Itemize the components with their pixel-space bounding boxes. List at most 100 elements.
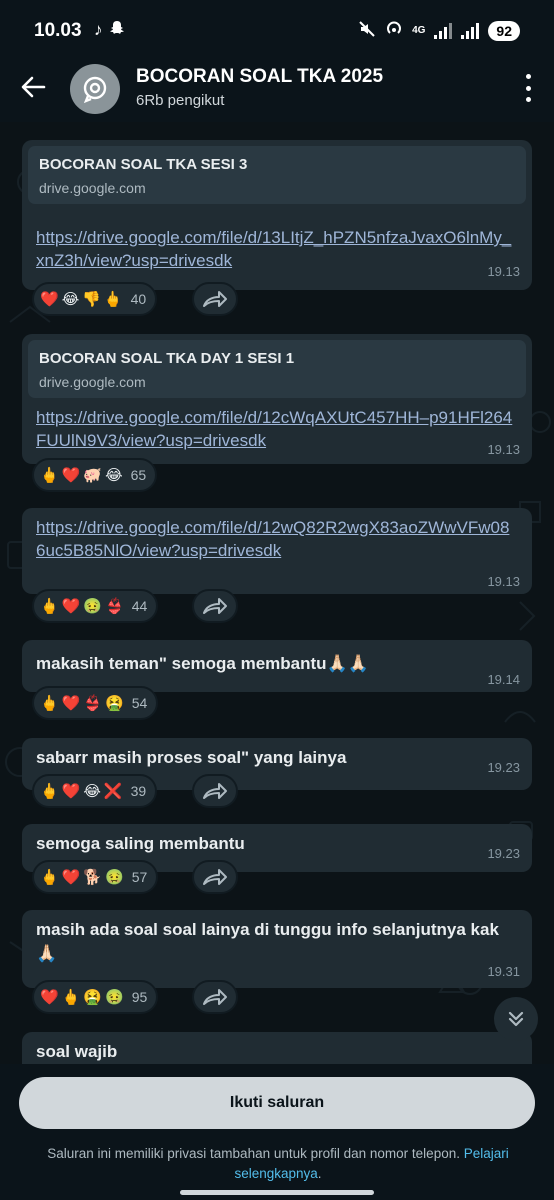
link-preview-2[interactable]: BOCORAN SOAL TKA DAY 1 SESI 1 drive.goog…	[28, 340, 526, 398]
reaction-emoji: ❤️	[40, 291, 59, 308]
signal-icon-2	[461, 22, 480, 39]
reactions-7[interactable]: ❤️ 🖕 🤮 🤢 95	[32, 980, 159, 1014]
reaction-emoji: ❤️	[61, 783, 81, 800]
channel-header: BOCORAN SOAL TKA 2025 6Rb pengikut	[0, 58, 554, 122]
message-list[interactable]: BOCORAN SOAL TKA SESI 3 drive.google.com…	[0, 122, 554, 1064]
forward-icon	[203, 869, 227, 885]
snapchat-icon	[109, 20, 125, 41]
message-text: semoga saling membantu	[36, 834, 245, 853]
reaction-emoji: 👙	[83, 695, 103, 712]
message-link[interactable]: https://drive.google.com/file/d/13LItjZ_…	[36, 226, 516, 272]
message-link[interactable]: https://drive.google.com/file/d/12wQ82R2…	[36, 516, 516, 562]
reaction-count: 57	[131, 869, 148, 885]
forward-button[interactable]	[192, 980, 238, 1014]
preview-domain: drive.google.com	[39, 374, 146, 390]
message-time: 19.13	[487, 574, 520, 589]
forward-button[interactable]	[192, 282, 238, 316]
channel-icon	[83, 76, 107, 104]
network-type: 4G	[412, 25, 426, 36]
message-time: 19.23	[487, 760, 520, 775]
reaction-emoji: ❤️	[61, 695, 81, 712]
message-time: 19.13	[487, 442, 520, 457]
reaction-emoji: 🖕	[40, 869, 59, 886]
reaction-emoji: 👎	[82, 291, 101, 308]
reaction-emoji: 🤢	[83, 598, 103, 615]
status-bar: 10.03 ♪ 4G 92	[0, 0, 554, 58]
status-left-icons: ♪	[94, 20, 125, 41]
back-arrow-icon[interactable]	[18, 72, 48, 102]
message-link[interactable]: https://drive.google.com/file/d/12cWqAXU…	[36, 406, 516, 452]
reaction-emoji: 🖕	[40, 598, 59, 615]
battery-indicator: 92	[488, 20, 520, 41]
message-text: masih ada soal soal lainya di tunggu inf…	[36, 920, 499, 963]
bottom-panel: Ikuti saluran Saluran ini memiliki priva…	[0, 1064, 554, 1200]
follow-channel-button[interactable]: Ikuti saluran	[19, 1077, 535, 1129]
reaction-emoji: 🤮	[83, 989, 103, 1006]
reaction-count: 54	[131, 695, 148, 711]
message-bubble-8[interactable]: soal wajib	[22, 1032, 532, 1064]
reaction-emoji: 👙	[105, 598, 124, 615]
reaction-emoji: 🖕	[40, 467, 59, 484]
channel-title[interactable]: BOCORAN SOAL TKA 2025	[136, 66, 383, 88]
reaction-emoji: 🐕	[83, 869, 103, 886]
reaction-emoji: ❌	[103, 783, 123, 800]
status-time: 10.03	[34, 20, 82, 41]
forward-button[interactable]	[192, 589, 238, 623]
reaction-count: 65	[130, 467, 147, 483]
message-bubble-3[interactable]: https://drive.google.com/file/d/12wQ82R2…	[22, 508, 532, 594]
message-text: soal wajib	[36, 1042, 118, 1061]
privacy-end: .	[317, 1166, 322, 1181]
forward-button[interactable]	[192, 774, 238, 808]
reaction-emoji: 🖕	[40, 783, 59, 800]
reaction-count: 40	[130, 291, 147, 307]
status-right-icons: 4G 92	[358, 20, 520, 41]
scroll-to-bottom-button[interactable]	[494, 997, 538, 1041]
reaction-emoji: ❤️	[61, 869, 81, 886]
channel-avatar[interactable]	[70, 64, 120, 114]
reactions-4[interactable]: 🖕 ❤️ 👙 🤮 54	[32, 686, 159, 720]
reaction-emoji: 🖕	[61, 989, 81, 1006]
reaction-emoji: 🖕	[103, 291, 123, 308]
preview-title: BOCORAN SOAL TKA DAY 1 SESI 1	[39, 350, 295, 367]
message-bubble-2[interactable]: BOCORAN SOAL TKA DAY 1 SESI 1 drive.goog…	[22, 334, 532, 464]
reaction-emoji: 🖕	[40, 695, 59, 712]
reactions-5[interactable]: 🖕 ❤️ 😂 ❌ 39	[32, 774, 158, 808]
preview-domain: drive.google.com	[39, 180, 146, 196]
reaction-emoji: ❤️	[61, 598, 81, 615]
reactions-3[interactable]: 🖕 ❤️ 🤢 👙 44	[32, 589, 159, 623]
forward-icon	[203, 291, 227, 307]
reaction-emoji: 😂	[83, 783, 101, 800]
forward-icon	[203, 598, 227, 614]
reaction-count: 44	[131, 598, 148, 614]
hotspot-icon	[385, 20, 403, 41]
reaction-emoji: 🤢	[105, 989, 124, 1006]
forward-button[interactable]	[192, 860, 238, 894]
message-text: makasih teman" semoga membantu🙏🏻🙏🏻	[36, 654, 369, 673]
message-bubble-7[interactable]: masih ada soal soal lainya di tunggu inf…	[22, 910, 532, 988]
reaction-count: 95	[131, 989, 148, 1005]
reactions-1[interactable]: ❤️ 😂 👎 🖕 40	[32, 282, 158, 316]
reaction-emoji: 😂	[105, 467, 123, 484]
forward-icon	[203, 989, 227, 1005]
reactions-6[interactable]: 🖕 ❤️ 🐕 🤢 57	[32, 860, 159, 894]
link-preview-1[interactable]: BOCORAN SOAL TKA SESI 3 drive.google.com	[28, 146, 526, 204]
preview-title: BOCORAN SOAL TKA SESI 3	[39, 156, 248, 173]
message-time: 19.14	[487, 672, 520, 687]
message-time: 19.23	[487, 846, 520, 861]
reaction-emoji: 🤢	[105, 869, 124, 886]
message-text: sabarr masih proses soal" yang lainya	[36, 748, 347, 767]
message-bubble-1[interactable]: BOCORAN SOAL TKA SESI 3 drive.google.com…	[22, 140, 532, 290]
reaction-emoji: 🤮	[105, 695, 124, 712]
reaction-emoji: 😂	[61, 291, 80, 308]
mute-icon	[358, 20, 376, 41]
more-options-icon[interactable]	[524, 74, 532, 102]
message-bubble-4[interactable]: makasih teman" semoga membantu🙏🏻🙏🏻 19.14	[22, 640, 532, 692]
reactions-2[interactable]: 🖕 ❤️ 🐖 😂 65	[32, 458, 158, 492]
reaction-emoji: ❤️	[61, 467, 81, 484]
privacy-notice: Saluran ini memiliki privasi tambahan un…	[18, 1144, 538, 1184]
home-indicator[interactable]	[180, 1190, 374, 1195]
tiktok-icon: ♪	[94, 20, 103, 39]
reaction-count: 39	[130, 783, 147, 799]
channel-followers[interactable]: 6Rb pengikut	[136, 92, 224, 109]
message-time: 19.13	[487, 264, 520, 279]
